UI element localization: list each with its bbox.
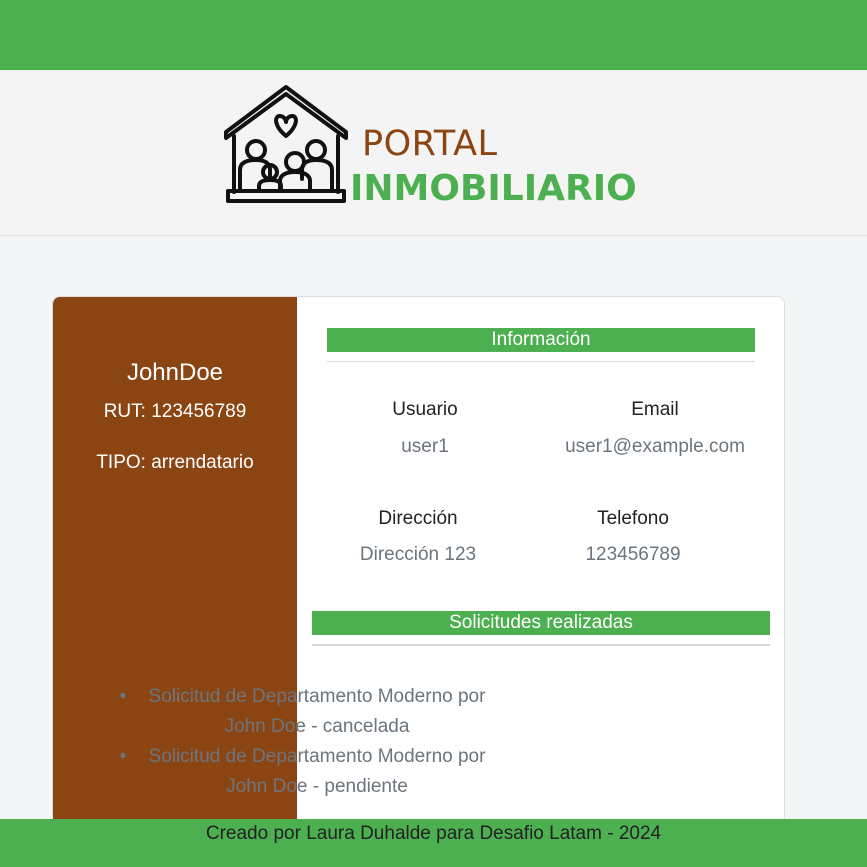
request-line-1: Solicitud de Departamento Moderno por: [148, 746, 486, 767]
usuario-label: Usuario: [392, 399, 458, 420]
email-label: Email: [631, 399, 679, 420]
request-line-1: Solicitud de Departamento Moderno por: [148, 686, 486, 707]
direccion-label: Dirección: [378, 508, 458, 529]
telefono-value: 123456789: [585, 544, 681, 565]
email-value: user1@example.com: [565, 436, 745, 457]
profile-tipo: TIPO: arrendatario: [96, 452, 254, 473]
top-bar: [0, 0, 867, 70]
bullet-icon: •: [119, 746, 127, 767]
footer-text: Creado por Laura Duhalde para Desafio La…: [205, 823, 662, 844]
brand-inmobiliario: INMOBILIARIO: [350, 168, 637, 209]
request-line-2: John Doe - pendiente: [226, 776, 408, 797]
list-item: • Solicitud de Departamento Moderno por …: [113, 682, 493, 742]
direccion-value: Dirección 123: [359, 544, 477, 565]
profile-card: JohnDoe RUT: 123456789 TIPO: arrendatari…: [52, 296, 785, 856]
info-divider: [327, 361, 755, 362]
brand-portal: PORTAL: [362, 124, 498, 164]
telefono-label: Telefono: [597, 508, 669, 529]
requests-list: • Solicitud de Departamento Moderno por …: [113, 682, 493, 802]
requests-divider: [312, 644, 770, 646]
list-item: • Solicitud de Departamento Moderno por …: [113, 742, 493, 802]
house-family-heart-icon: [224, 85, 348, 203]
info-section-title: Información: [327, 328, 755, 352]
usuario-value: user1: [401, 436, 449, 457]
bullet-icon: •: [119, 686, 127, 707]
request-line-2: John Doe - cancelada: [224, 716, 410, 737]
profile-rut: RUT: 123456789: [103, 401, 247, 422]
profile-username: JohnDoe: [126, 359, 224, 386]
footer: Creado por Laura Duhalde para Desafio La…: [0, 819, 867, 867]
requests-section-title: Solicitudes realizadas: [312, 611, 770, 635]
